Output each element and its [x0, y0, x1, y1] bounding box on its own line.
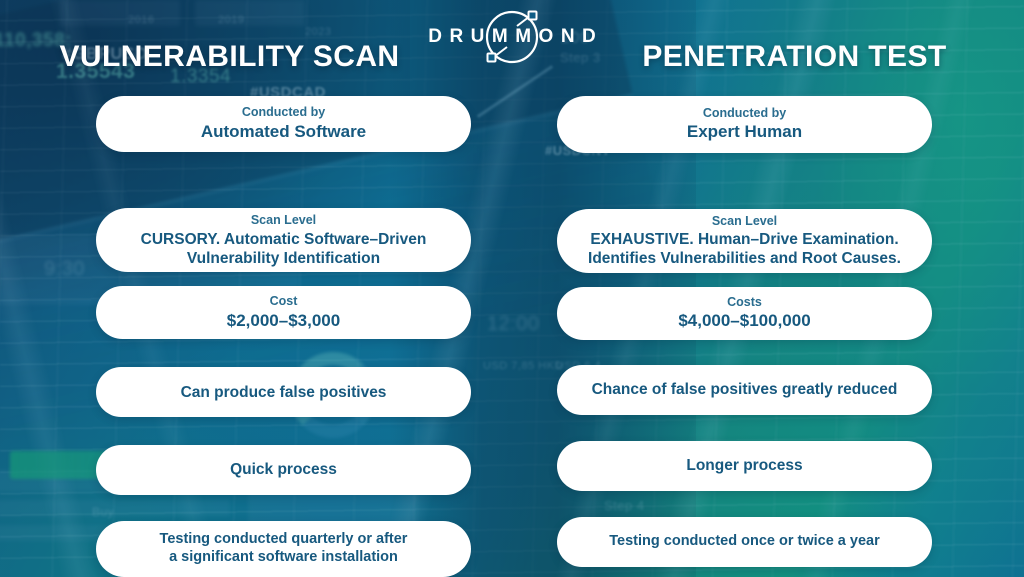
column-penetration-test: Conducted by Expert Human Scan Level EXH…: [557, 96, 1024, 577]
pill-left-process-speed[interactable]: Quick process: [96, 445, 471, 495]
infographic-canvas: 110,358: #GBPUSD #USDCAD #USDCNY 9:30 11…: [0, 0, 1024, 577]
pill-value: $2,000–$3,000: [226, 310, 341, 330]
pill-right-testing-frequency[interactable]: Testing conducted once or twice a year: [557, 517, 932, 567]
pill-value: Longer process: [686, 457, 803, 475]
pill-right-conducted-by[interactable]: Conducted by Expert Human: [557, 96, 932, 153]
pill-value: Testing conducted once or twice a year: [609, 533, 880, 550]
pill-sublabel: Costs: [727, 294, 762, 309]
pill-left-false-positives[interactable]: Can produce false positives: [96, 367, 471, 417]
pill-value: EXHAUSTIVE. Human–Drive Examination. Ide…: [588, 231, 901, 268]
pill-left-conducted-by[interactable]: Conducted by Automated Software: [96, 96, 471, 153]
comparison-columns: Conducted by Automated Software Scan Lev…: [0, 96, 1024, 577]
pill-left-testing-frequency[interactable]: Testing conducted quarterly or after a s…: [96, 520, 471, 577]
pill-value: CURSORY. Automatic Software–Driven Vulne…: [140, 230, 427, 267]
pill-right-cost[interactable]: Costs $4,000–$100,000: [557, 287, 932, 340]
heading-vulnerability-scan: VULNERABILITY SCAN: [59, 40, 400, 73]
pill-value: Can produce false positives: [180, 383, 387, 401]
pill-right-process-speed[interactable]: Longer process: [557, 441, 932, 491]
pill-left-scan-level[interactable]: Scan Level CURSORY. Automatic Software–D…: [96, 208, 471, 273]
pill-value: Quick process: [230, 461, 337, 479]
pill-value: Chance of false positives greatly reduce…: [591, 381, 898, 399]
pill-right-scan-level[interactable]: Scan Level EXHAUSTIVE. Human–Drive Exami…: [557, 209, 932, 273]
pill-sublabel: Scan Level: [250, 213, 317, 228]
pill-value: Automated Software: [200, 122, 367, 142]
column-headings: VULNERABILITY SCAN PENETRATION TEST: [0, 40, 1024, 74]
pill-value: Expert Human: [686, 122, 803, 142]
pill-sublabel: Conducted by: [241, 105, 326, 120]
pill-right-false-positives[interactable]: Chance of false positives greatly reduce…: [557, 365, 932, 415]
heading-penetration-test: PENETRATION TEST: [642, 40, 947, 73]
pill-left-cost[interactable]: Cost $2,000–$3,000: [96, 286, 471, 340]
foreground-content: DRUMMOND VULNERABILITY SCAN PENETRATION …: [0, 0, 1024, 577]
column-vulnerability-scan: Conducted by Automated Software Scan Lev…: [96, 96, 563, 577]
pill-sublabel: Cost: [269, 294, 298, 309]
pill-sublabel: Scan Level: [711, 213, 778, 228]
pill-value: Testing conducted quarterly or after a s…: [159, 530, 408, 565]
pill-sublabel: Conducted by: [702, 105, 787, 120]
pill-value: $4,000–$100,000: [678, 311, 811, 331]
